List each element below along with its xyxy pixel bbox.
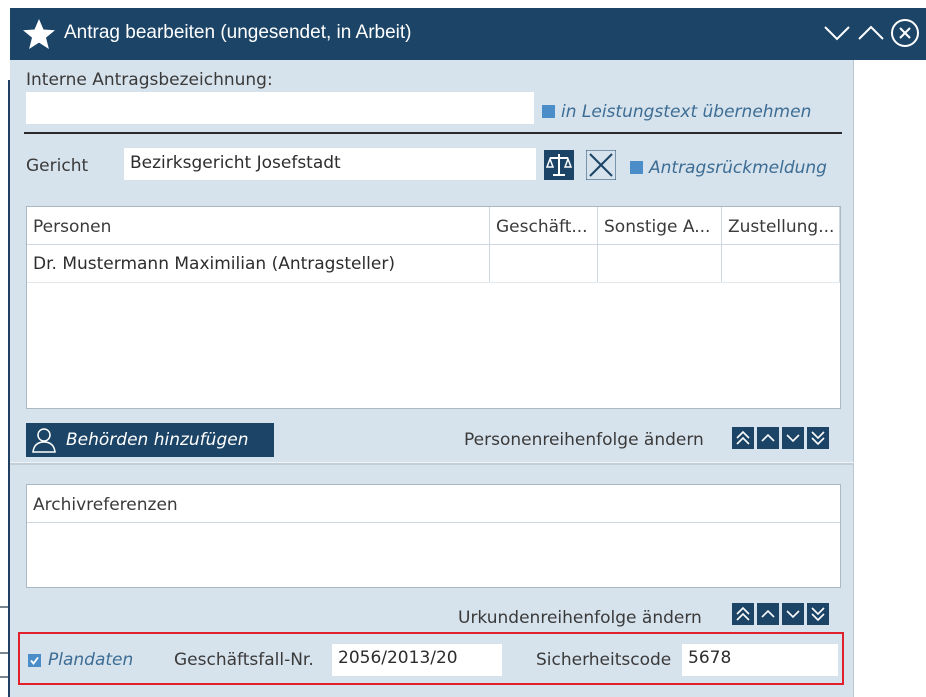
dialog-titlebar[interactable]: Antrag bearbeiten (ungesendet, in Arbeit… [10, 8, 926, 60]
close-circle-icon[interactable] [890, 18, 920, 48]
chevron-up-icon [761, 433, 775, 442]
table-cell: Dr. Mustermann Maximilian (Antragsteller… [27, 245, 490, 282]
checkbox-square-icon [630, 161, 643, 174]
star-icon [23, 19, 55, 49]
background-tick [0, 676, 8, 678]
highlight-box [18, 632, 844, 685]
table-cell [722, 245, 840, 282]
court-input[interactable]: Bezirksgericht Josefstadt [124, 148, 536, 180]
move-top-button[interactable] [732, 427, 754, 449]
persons-table-header: Personen Geschäft... Sonstige A... Zuste… [27, 207, 840, 245]
chevron-down-icon[interactable] [822, 18, 852, 48]
section-divider [24, 132, 842, 134]
feedback-toggle[interactable]: Antragsrückmeldung [630, 158, 827, 178]
move-down-button[interactable] [782, 427, 804, 449]
document-order-label: Urkundenreihenfolge ändern [458, 608, 702, 628]
double-chevron-down-icon [811, 431, 825, 446]
add-authorities-button[interactable]: Behörden hinzufügen [26, 423, 274, 457]
column-header[interactable]: Archivreferenzen [27, 485, 840, 522]
internal-name-input[interactable] [26, 92, 534, 124]
doc-move-down-button[interactable] [782, 603, 804, 625]
table-cell [598, 245, 722, 282]
move-up-button[interactable] [757, 427, 779, 449]
double-chevron-down-icon [811, 607, 825, 622]
chevron-up-icon [761, 609, 775, 618]
court-label: Gericht [26, 156, 89, 176]
scales-icon[interactable] [544, 150, 574, 180]
add-authorities-label: Behörden hinzufügen [66, 430, 249, 450]
background-tick [0, 606, 8, 608]
checkbox-square-icon [542, 105, 555, 118]
internal-label: Interne Antragsbezeichnung: [26, 70, 273, 90]
doc-move-top-button[interactable] [732, 603, 754, 625]
persons-table: Personen Geschäft... Sonstige A... Zuste… [26, 206, 841, 409]
person-icon [32, 428, 56, 453]
table-row[interactable]: Dr. Mustermann Maximilian (Antragsteller… [27, 245, 840, 283]
dialog-body: Interne Antragsbezeichnung: in Leistungs… [10, 60, 854, 697]
remove-x-icon[interactable] [586, 150, 616, 180]
feedback-label: Antragsrückmeldung [649, 158, 827, 178]
person-order-label: Personenreihenfolge ändern [464, 430, 704, 450]
double-chevron-up-icon [736, 430, 750, 445]
archive-table-header: Archivreferenzen [27, 485, 840, 523]
table-cell [490, 245, 598, 282]
doc-move-up-button[interactable] [757, 603, 779, 625]
chevron-up-icon[interactable] [856, 18, 886, 48]
chevron-down-icon [786, 610, 800, 619]
double-chevron-up-icon [736, 606, 750, 621]
move-bottom-button[interactable] [807, 427, 829, 449]
take-over-toggle[interactable]: in Leistungstext übernehmen [542, 102, 811, 122]
column-header[interactable]: Personen [27, 207, 490, 244]
background-tick [0, 652, 8, 654]
take-over-label: in Leistungstext übernehmen [561, 102, 812, 122]
chevron-down-icon [786, 434, 800, 443]
column-header[interactable]: Geschäft... [490, 207, 598, 244]
archive-references-table: Archivreferenzen [26, 484, 841, 588]
column-header[interactable]: Sonstige A... [598, 207, 722, 244]
section-divider [10, 462, 854, 465]
dialog-title: Antrag bearbeiten (ungesendet, in Arbeit… [64, 22, 412, 43]
doc-move-bottom-button[interactable] [807, 603, 829, 625]
column-header[interactable]: Zustellung... [722, 207, 840, 244]
